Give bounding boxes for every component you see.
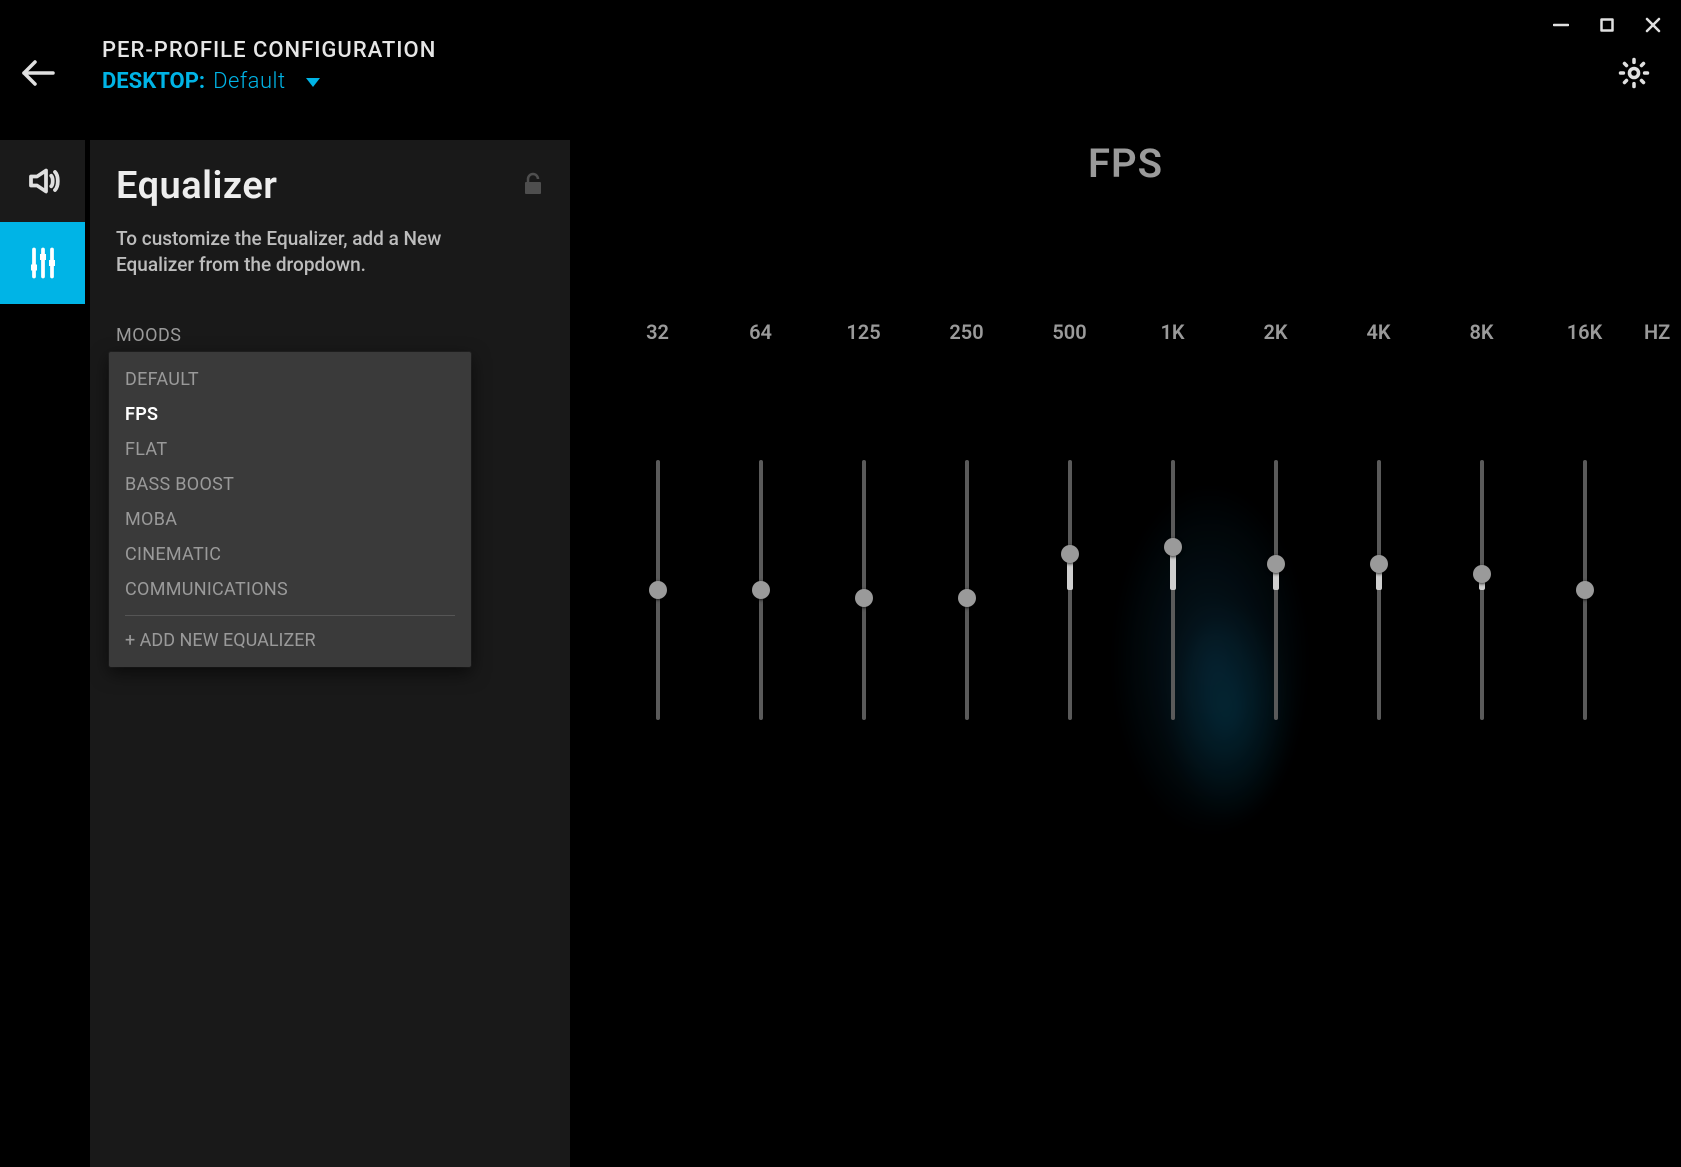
slider-thumb[interactable]: [649, 581, 667, 599]
eq-slider[interactable]: [1169, 460, 1177, 720]
slider-thumb[interactable]: [1267, 555, 1285, 573]
back-button[interactable]: [20, 58, 56, 92]
eq-slider[interactable]: [757, 460, 765, 720]
maximize-icon: [1600, 18, 1614, 32]
tab-audio[interactable]: [0, 140, 85, 222]
slider-track: [1068, 460, 1072, 720]
mood-option[interactable]: CINEMATIC: [109, 537, 471, 572]
slider-thumb[interactable]: [1370, 555, 1388, 573]
sidebar-description: To customize the Equalizer, add a New Eq…: [116, 226, 486, 277]
speaker-icon: [25, 163, 61, 199]
slider-thumb[interactable]: [1473, 565, 1491, 583]
band-label: 32: [646, 320, 669, 344]
chevron-down-icon: [304, 75, 322, 89]
band-label: 64: [749, 320, 772, 344]
arrow-left-icon: [20, 58, 56, 88]
slider-track: [1171, 460, 1175, 720]
slider-thumb[interactable]: [855, 589, 873, 607]
preset-title: FPS: [570, 140, 1681, 187]
slider-thumb[interactable]: [1164, 538, 1182, 556]
eq-slider[interactable]: [963, 460, 971, 720]
eq-slider[interactable]: [1272, 460, 1280, 720]
eq-slider[interactable]: [1581, 460, 1589, 720]
page-title: PER-PROFILE CONFIGURATION: [102, 38, 436, 63]
profile-prefix: DESKTOP:: [102, 69, 205, 94]
eq-slider[interactable]: [654, 460, 662, 720]
band-label: 1K: [1160, 320, 1184, 344]
eq-slider[interactable]: [1066, 460, 1074, 720]
band-label: 125: [846, 320, 880, 344]
lock-icon: [522, 172, 544, 200]
profile-selector[interactable]: DESKTOP: Default: [102, 69, 436, 94]
slider-thumb[interactable]: [1576, 581, 1594, 599]
mood-option[interactable]: BASS BOOST: [109, 467, 471, 502]
close-button[interactable]: [1643, 15, 1663, 35]
sliders-icon: [25, 245, 61, 281]
slider-track: [1480, 460, 1484, 720]
sidebar-title: Equalizer: [116, 164, 277, 208]
slider-track: [1274, 460, 1278, 720]
close-icon: [1645, 17, 1661, 33]
slider-thumb[interactable]: [958, 589, 976, 607]
moods-label: MOODS: [116, 325, 544, 346]
minimize-button[interactable]: [1551, 15, 1571, 35]
slider-thumb[interactable]: [752, 581, 770, 599]
mood-option[interactable]: MOBA: [109, 502, 471, 537]
band-label: 8K: [1469, 320, 1493, 344]
slider-thumb[interactable]: [1061, 545, 1079, 563]
slider-track: [1377, 460, 1381, 720]
band-label: 500: [1052, 320, 1086, 344]
tab-equalizer[interactable]: [0, 222, 85, 304]
band-label: 16K: [1567, 320, 1603, 344]
eq-slider[interactable]: [860, 460, 868, 720]
moods-dropdown[interactable]: DEFAULTFPSFLATBASS BOOSTMOBACINEMATICCOM…: [109, 352, 471, 667]
equalizer-sidebar: Equalizer To customize the Equalizer, ad…: [90, 140, 570, 1167]
mood-option[interactable]: COMMUNICATIONS: [109, 572, 471, 607]
profile-name: Default: [213, 69, 286, 94]
unit-label: HZ: [1644, 320, 1670, 344]
mood-option[interactable]: FLAT: [109, 432, 471, 467]
eq-slider[interactable]: [1375, 460, 1383, 720]
settings-button[interactable]: [1617, 56, 1651, 94]
minimize-icon: [1553, 17, 1569, 33]
eq-slider[interactable]: [1478, 460, 1486, 720]
gear-icon: [1617, 56, 1651, 90]
mood-option[interactable]: FPS: [109, 397, 471, 432]
maximize-button[interactable]: [1597, 15, 1617, 35]
band-label: 4K: [1366, 320, 1390, 344]
band-label: 250: [949, 320, 983, 344]
mood-option[interactable]: DEFAULT: [109, 362, 471, 397]
add-equalizer-button[interactable]: + ADD NEW EQUALIZER: [109, 616, 471, 667]
band-label: 2K: [1263, 320, 1287, 344]
